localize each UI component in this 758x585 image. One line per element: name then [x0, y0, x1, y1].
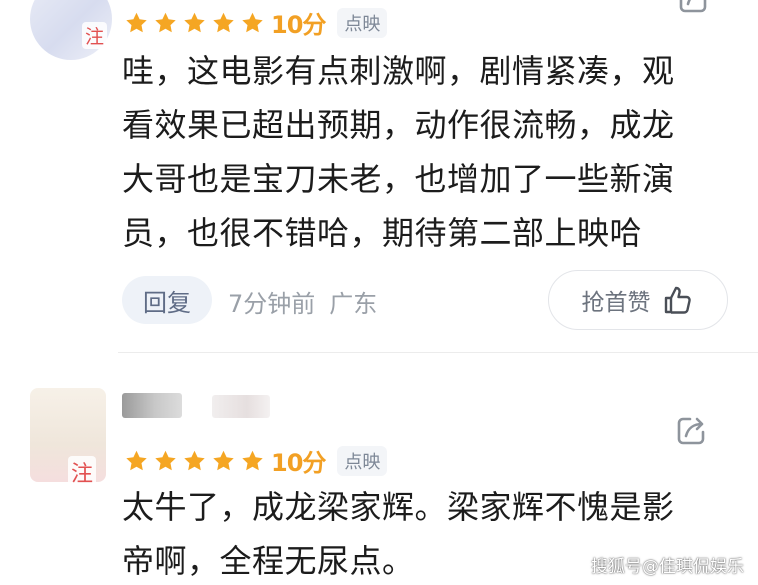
username-redacted — [212, 395, 270, 418]
star-icon — [182, 11, 207, 35]
comment-divider — [118, 352, 758, 353]
reply-button[interactable]: 回复 — [122, 276, 212, 324]
comment-line: 大哥也是宝刀未老，也增加了一些新演 — [122, 160, 675, 198]
star-icon — [240, 11, 265, 35]
comment-line: 员，也很不错哈，期待第二部上映哈 — [122, 214, 643, 252]
comment-feed: 注 10分 点映 哇，这电影有点刺激啊，剧情紧凑，观 看效果已超出预期，动作很流… — [0, 0, 758, 585]
rating-score: 10分 — [271, 449, 326, 477]
thumbs-up-icon — [661, 283, 695, 317]
comment-line: 哇，这电影有点刺激啊，剧情紧凑，观 — [122, 52, 675, 90]
star-icon — [124, 11, 149, 35]
star-icon — [153, 449, 178, 473]
rating-stars: 10分 点映 — [124, 443, 388, 478]
follow-badge[interactable]: 注 — [68, 456, 97, 488]
share-icon[interactable] — [674, 414, 708, 448]
star-icon — [211, 11, 236, 35]
like-label: 抢首赞 — [581, 290, 651, 316]
username-redacted — [122, 393, 182, 418]
rating-score: 10分 — [271, 11, 326, 39]
watermark: 搜狐号@佳琪侃娱乐 — [591, 557, 744, 577]
star-icon — [182, 449, 207, 473]
rating-source-tag: 点映 — [337, 7, 388, 38]
comment-meta: 7分钟前 广东 — [228, 284, 377, 319]
star-icon — [211, 449, 236, 473]
rating-source-tag: 点映 — [337, 445, 388, 476]
comment-text: 哇，这电影有点刺激啊，剧情紧凑，观 看效果已超出预期，动作很流畅，成龙 大哥也是… — [122, 44, 742, 260]
follow-badge[interactable]: 注 — [82, 22, 108, 49]
like-button[interactable]: 抢首赞 — [548, 270, 728, 330]
share-icon[interactable] — [676, 0, 710, 16]
comment-time: 7分钟前 — [228, 290, 316, 318]
rating-stars: 10分 点映 — [124, 5, 388, 40]
star-icon — [153, 11, 178, 35]
comment-location: 广东 — [329, 290, 378, 318]
star-icon — [240, 449, 265, 473]
star-icon — [124, 449, 149, 473]
comment-line: 看效果已超出预期，动作很流畅，成龙 — [122, 106, 675, 144]
comment-line: 太牛了，成龙梁家辉。梁家辉不愧是影 — [122, 488, 675, 526]
